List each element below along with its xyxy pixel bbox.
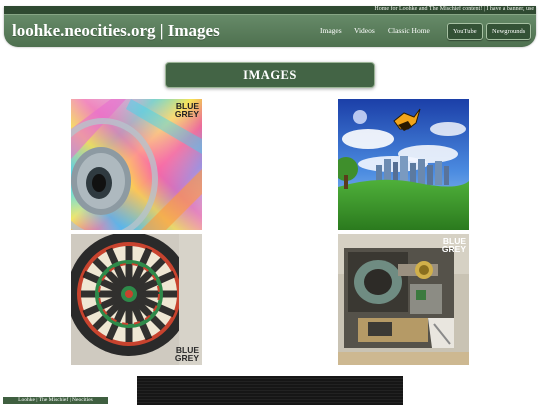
newgrounds-button[interactable]: Newgrounds (486, 23, 532, 40)
nav-link-videos[interactable]: Videos (354, 26, 375, 35)
header-bar: loohke.neocities.org | Images Images Vid… (4, 14, 536, 47)
site-header: Home for Loohke and The Mischief content… (4, 6, 536, 47)
marquee-text: Home for Loohke and The Mischief content… (374, 6, 534, 12)
nav-link-images[interactable]: Images (320, 26, 342, 35)
site-title[interactable]: loohke.neocities.org | Images (12, 21, 220, 41)
announcement-marquee: Home for Loohke and The Mischief content… (4, 6, 536, 14)
gallery-image-cd[interactable]: BLUE GREY (71, 99, 202, 230)
footer-badge[interactable]: Loohke | The Mischief | Neocities (3, 397, 108, 404)
youtube-button[interactable]: YouTube (447, 23, 483, 40)
city-landscape-icon (338, 99, 469, 230)
page-heading: IMAGES (165, 62, 375, 88)
gallery-image-landscape[interactable] (338, 99, 469, 230)
bottom-media-strip (137, 376, 403, 405)
nav-link-classic-home[interactable]: Classic Home (388, 26, 430, 35)
blue-grey-stamp: BLUE GREY (174, 101, 199, 119)
gallery-image-crt[interactable]: BLUE GREY (338, 234, 469, 365)
blue-grey-stamp: BLUE GREY (441, 236, 466, 254)
gallery-image-dartboard[interactable]: BLUE GREY (71, 234, 202, 365)
blue-grey-stamp: BLUE GREY (174, 345, 199, 363)
